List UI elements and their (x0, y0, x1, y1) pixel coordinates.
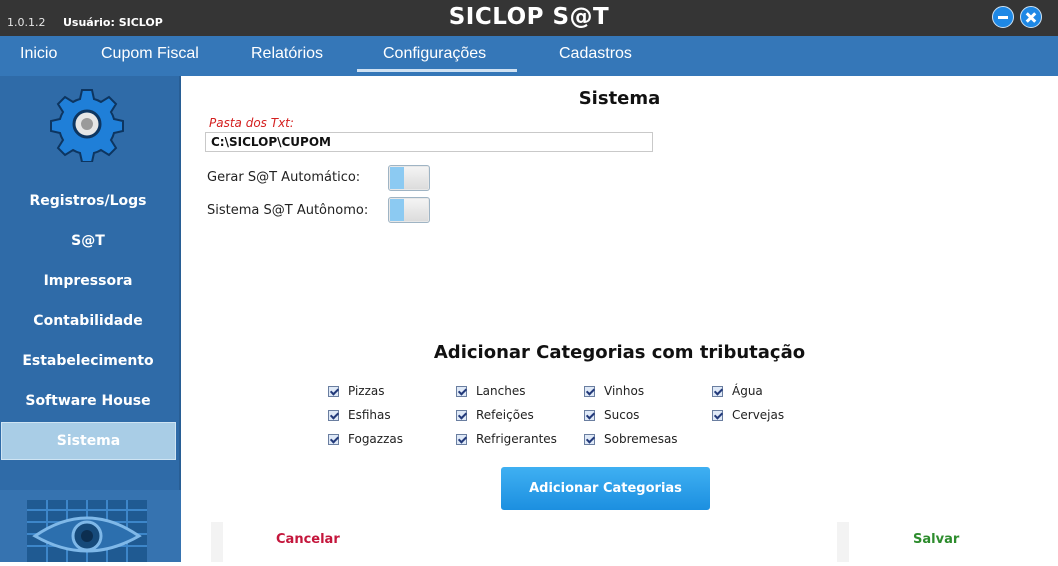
app-title: SICLOP S@T (448, 4, 610, 30)
checkbox-lanches[interactable]: Lanches (456, 384, 525, 398)
gear-icon (49, 86, 125, 163)
eye-logo-icon (27, 500, 147, 562)
txt-folder-input[interactable]: C:\SICLOP\CUPOM (205, 132, 653, 152)
sidebar-item-estabelecimento[interactable]: Estabelecimento (0, 353, 176, 369)
checkbox-refrigerantes[interactable]: Refrigerantes (456, 432, 557, 446)
txt-folder-label: Pasta dos Txt: (209, 116, 294, 130)
checkbox-label: Água (732, 384, 763, 398)
checkbox-label: Refrigerantes (476, 432, 557, 446)
checkbox-checked-icon[interactable] (712, 409, 723, 421)
checkbox-label: Vinhos (604, 384, 645, 398)
main-content: Sistema Pasta dos Txt: C:\SICLOP\CUPOM G… (181, 76, 1058, 562)
main-menu: Inicio Cupom Fiscal Relatórios Configura… (0, 36, 1058, 76)
checkbox-label: Lanches (476, 384, 526, 398)
minimize-icon[interactable] (992, 6, 1014, 28)
page-title: Sistema (578, 88, 661, 109)
auto-sat-label: Gerar S@T Automático: (207, 170, 361, 185)
checkbox-pizzas[interactable]: Pizzas (328, 384, 385, 398)
checkbox-vinhos[interactable]: Vinhos (584, 384, 644, 398)
checkbox-label: Pizzas (348, 384, 385, 398)
sidebar-item-sat[interactable]: S@T (0, 233, 176, 249)
checkbox-esfihas[interactable]: Esfihas (328, 408, 391, 422)
checkbox-label: Sobremesas (604, 432, 678, 446)
autonomous-label: Sistema S@T Autônomo: (207, 203, 369, 218)
menu-relatorios[interactable]: Relatórios (251, 45, 323, 63)
autonomous-toggle[interactable] (388, 197, 430, 223)
checkbox-checked-icon[interactable] (328, 385, 339, 397)
title-bar: 1.0.1.2 Usuário: SICLOP SICLOP S@T (0, 0, 1058, 36)
checkbox-checked-icon[interactable] (328, 409, 339, 421)
add-categories-button[interactable]: Adicionar Categorias (501, 467, 710, 510)
close-icon[interactable] (1020, 6, 1042, 28)
sidebar-item-sistema[interactable]: Sistema (1, 422, 176, 460)
auto-sat-toggle[interactable] (388, 165, 430, 191)
sidebar: Registros/Logs S@T Impressora Contabilid… (0, 76, 181, 562)
checkbox-sucos[interactable]: Sucos (584, 408, 639, 422)
menu-cupom-fiscal[interactable]: Cupom Fiscal (101, 45, 199, 63)
sidebar-item-impressora[interactable]: Impressora (0, 273, 176, 289)
cancel-button[interactable]: Cancelar (276, 532, 340, 547)
menu-inicio[interactable]: Inicio (20, 45, 57, 63)
checkbox-label: Fogazzas (348, 432, 403, 446)
checkbox-fogazzas[interactable]: Fogazzas (328, 432, 403, 446)
checkbox-cervejas[interactable]: Cervejas (712, 408, 784, 422)
checkbox-agua[interactable]: Água (712, 384, 763, 398)
checkbox-checked-icon[interactable] (456, 433, 467, 445)
checkbox-checked-icon[interactable] (328, 433, 339, 445)
categories-title: Adicionar Categorias com tributação (433, 342, 806, 363)
footer-divider (211, 522, 223, 562)
checkbox-label: Cervejas (732, 408, 785, 422)
menu-configuracoes[interactable]: Configurações (383, 45, 486, 63)
save-button[interactable]: Salvar (913, 532, 959, 547)
footer-divider (837, 522, 849, 562)
sidebar-item-registros-logs[interactable]: Registros/Logs (0, 193, 176, 209)
checkbox-label: Esfihas (348, 408, 391, 422)
checkbox-checked-icon[interactable] (584, 409, 595, 421)
checkbox-label: Sucos (604, 408, 640, 422)
sidebar-item-contabilidade[interactable]: Contabilidade (0, 313, 176, 329)
checkbox-checked-icon[interactable] (456, 385, 467, 397)
checkbox-checked-icon[interactable] (456, 409, 467, 421)
checkbox-checked-icon[interactable] (584, 433, 595, 445)
checkbox-sobremesas[interactable]: Sobremesas (584, 432, 678, 446)
checkbox-label: Refeições (476, 408, 534, 422)
checkbox-refeicoes[interactable]: Refeições (456, 408, 534, 422)
active-menu-indicator (357, 69, 517, 72)
sidebar-item-software-house[interactable]: Software House (0, 393, 176, 409)
checkbox-checked-icon[interactable] (712, 385, 723, 397)
sidebar-panel: Registros/Logs S@T Impressora Contabilid… (0, 76, 181, 490)
checkbox-checked-icon[interactable] (584, 385, 595, 397)
menu-cadastros[interactable]: Cadastros (559, 45, 632, 63)
